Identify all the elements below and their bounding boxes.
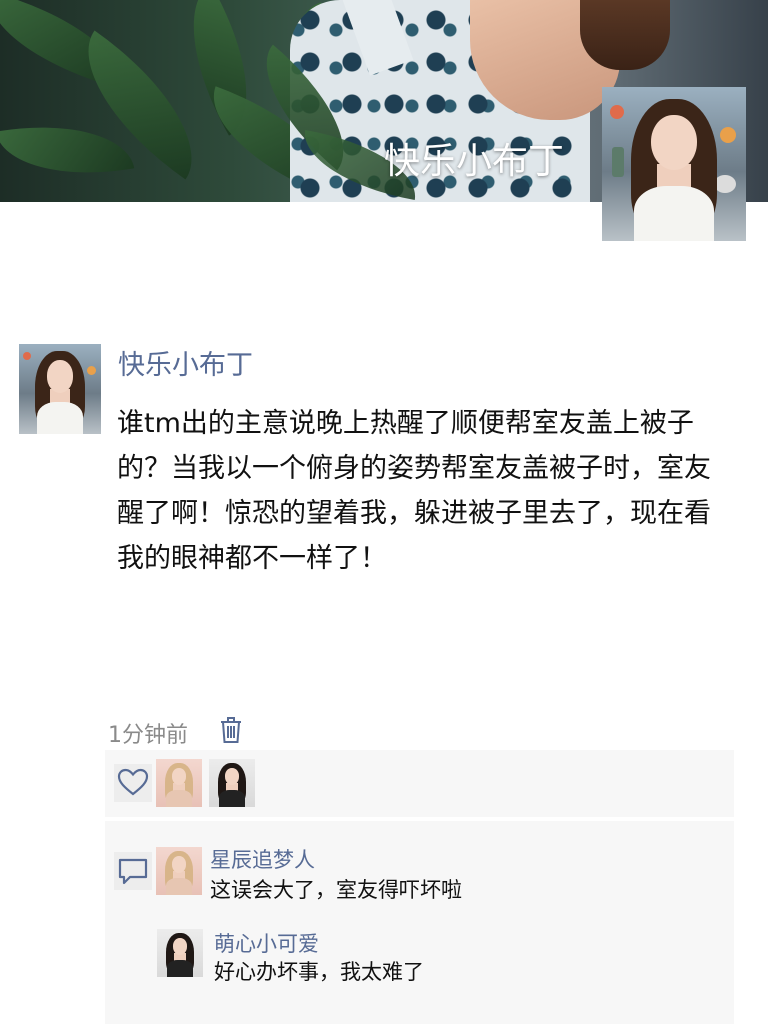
post-author-avatar[interactable] — [19, 344, 101, 434]
heart-icon — [114, 764, 152, 802]
comment-author-name[interactable]: 萌心小可爱 — [214, 928, 319, 958]
likes-comments-divider — [105, 817, 734, 821]
comment-avatar-2[interactable] — [157, 929, 203, 977]
comment-author-name[interactable]: 星辰追梦人 — [210, 844, 315, 874]
comment-text: 好心办坏事，我太难了 — [214, 960, 424, 984]
post-text: 谁tm出的主意说晚上热醒了顺便帮室友盖上被子的？当我以一个俯身的姿势帮室友盖被子… — [117, 408, 711, 574]
post-timestamp: 1分钟前 — [108, 723, 188, 748]
comment-icon — [114, 852, 152, 890]
cover-owner-name: 快乐小布丁 — [384, 141, 565, 182]
trash-icon[interactable] — [220, 716, 242, 744]
comment-avatar-1[interactable] — [156, 847, 202, 895]
like-avatar-2[interactable] — [209, 759, 255, 807]
like-avatar-1[interactable] — [156, 759, 202, 807]
owner-avatar[interactable] — [602, 87, 746, 241]
post-author-name[interactable]: 快乐小布丁 — [118, 343, 253, 382]
comment-text: 这误会大了，室友得吓坏啦 — [210, 878, 462, 902]
